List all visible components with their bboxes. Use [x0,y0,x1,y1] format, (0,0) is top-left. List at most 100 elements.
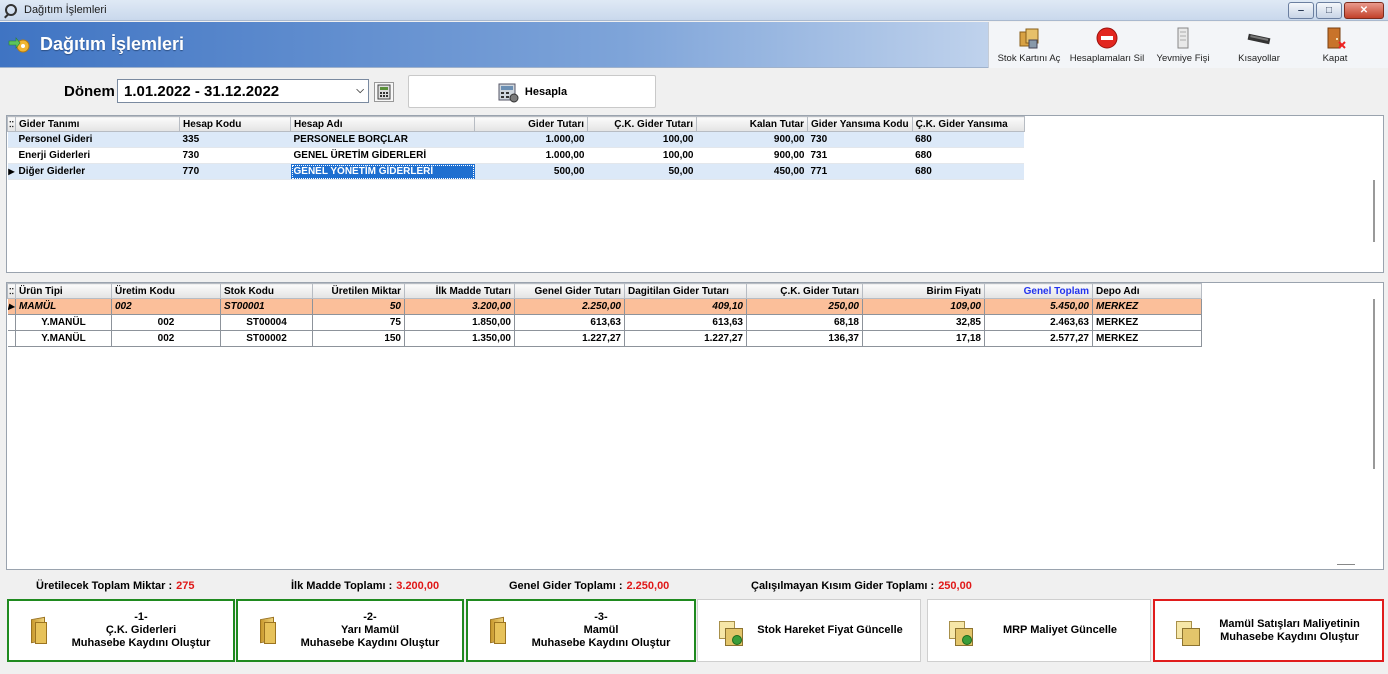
cell-gider-yansima-kodu[interactable]: 731 [807,147,913,164]
shortcuts-button[interactable]: Kısayollar [1221,22,1297,68]
cell-uretilen-miktar[interactable]: 50 [312,298,405,315]
resize-grip[interactable] [1337,564,1355,565]
cell-urun-tipi[interactable]: Y.MANÜL [15,314,112,331]
cell-gider-yansima-kodu[interactable]: 771 [807,163,913,180]
cell-kalan-tutar[interactable]: 900,00 [696,131,808,148]
cell-ck-gider-tutari[interactable]: 100,00 [587,131,697,148]
cell-kalan-tutar[interactable]: 900,00 [696,147,808,164]
close-form-button[interactable]: Kapat [1297,22,1373,68]
cell-dagitilan-gider-tutari[interactable]: 409,10 [624,298,747,315]
col-dagitilan-gider-tutari[interactable]: Dagitilan Gider Tutarı [624,283,747,299]
table-row[interactable]: Enerji Giderleri 730 GENEL ÜRETİM GİDERL… [7,147,1025,164]
cell-birim-fiyati[interactable]: 17,18 [862,330,985,347]
cell-genel-toplam[interactable]: 2.463,63 [984,314,1093,331]
expense-grid[interactable]: ⁚⁚ Gider Tanımı Hesap Kodu Hesap Adı Gid… [6,115,1384,273]
col-genel-toplam[interactable]: Genel Toplam [984,283,1093,299]
scrollbar-thumb[interactable] [1373,299,1375,469]
cell-gider-tutari[interactable]: 500,00 [474,163,588,180]
cell-hesap-adi[interactable]: PERSONELE BORÇLAR [290,131,475,148]
col-kalan-tutar[interactable]: Kalan Tutar [696,116,808,132]
cell-ck-gider-tutari[interactable]: 250,00 [746,298,863,315]
journal-voucher-button[interactable]: Yevmiye Fişi [1145,22,1221,68]
delete-calculations-button[interactable]: Hesaplamaları Sil [1069,22,1145,68]
table-row-selected[interactable]: ▶ MAMÜL 002 ST00001 50 3.200,00 2.250,00… [7,298,1202,315]
product-journal-button[interactable]: -3- Mamül Muhasebe Kaydını Oluştur [466,599,696,662]
cell-ck-gider-tutari[interactable]: 68,18 [746,314,863,331]
maximize-button[interactable]: □ [1316,2,1342,19]
expense-grid-scrollbar[interactable] [1366,116,1383,272]
stock-movement-price-update-button[interactable]: Stok Hareket Fiyat Güncelle [697,599,921,662]
scrollbar-thumb[interactable] [1373,180,1375,242]
cell-uretim-kodu[interactable]: 002 [111,314,221,331]
col-gider-tanimi[interactable]: Gider Tanımı [15,116,180,132]
cell-genel-toplam[interactable]: 5.450,00 [984,298,1093,315]
product-grid-scrollbar[interactable] [1366,283,1383,569]
table-row[interactable]: Y.MANÜL 002 ST00002 150 1.350,00 1.227,2… [7,330,1202,347]
col-uretim-kodu[interactable]: Üretim Kodu [111,283,221,299]
cell-ck-gider-tutari[interactable]: 136,37 [746,330,863,347]
cell-hesap-kodu[interactable]: 335 [179,131,291,148]
period-select[interactable]: 1.01.2022 - 31.12.2022 ⌵ [117,79,369,103]
cell-ilk-madde-tutari[interactable]: 1.850,00 [404,314,515,331]
cell-ilk-madde-tutari[interactable]: 1.350,00 [404,330,515,347]
cell-uretilen-miktar[interactable]: 75 [312,314,405,331]
col-ilk-madde-tutari[interactable]: İlk Madde Tutarı [404,283,515,299]
col-ck-gider-tutari[interactable]: Ç.K. Gider Tutarı [746,283,863,299]
period-picker-button[interactable] [374,82,394,102]
cell-urun-tipi[interactable]: MAMÜL [15,298,112,315]
cell-ck-gider-tutari[interactable]: 50,00 [587,163,697,180]
cell-uretim-kodu[interactable]: 002 [111,298,221,315]
cell-hesap-adi-focused[interactable]: GENEL YÖNETİM GİDERLERİ [290,163,475,180]
cell-gider-tanimi[interactable]: Personel Gideri [15,131,180,148]
cell-stok-kodu[interactable]: ST00004 [220,314,313,331]
cell-birim-fiyati[interactable]: 32,85 [862,314,985,331]
cell-ilk-madde-tutari[interactable]: 3.200,00 [404,298,515,315]
product-grid[interactable]: ⁚⁚ Ürün Tipi Üretim Kodu Stok Kodu Üreti… [6,282,1384,570]
cell-uretilen-miktar[interactable]: 150 [312,330,405,347]
cell-ck-gider-yansima[interactable]: 680 [912,163,1025,180]
calculate-button[interactable]: Hesapla [408,75,656,108]
cell-hesap-kodu[interactable]: 770 [179,163,291,180]
col-gider-yansima-kodu[interactable]: Gider Yansıma Kodu [807,116,913,132]
cell-hesap-kodu[interactable]: 730 [179,147,291,164]
cell-genel-gider-tutari[interactable]: 2.250,00 [514,298,625,315]
cell-gider-tanimi[interactable]: Diğer Giderler [15,163,180,180]
ck-expenses-journal-button[interactable]: -1- Ç.K. Giderleri Muhasebe Kaydını Oluş… [7,599,235,662]
cell-depo-adi[interactable]: MERKEZ [1092,298,1202,315]
col-genel-gider-tutari[interactable]: Genel Gider Tutarı [514,283,625,299]
cell-uretim-kodu[interactable]: 002 [111,330,221,347]
cell-ck-gider-yansima[interactable]: 680 [912,147,1025,164]
cell-kalan-tutar[interactable]: 450,00 [696,163,808,180]
table-row[interactable]: Y.MANÜL 002 ST00004 75 1.850,00 613,63 6… [7,314,1202,331]
stock-card-open-button[interactable]: Stok Kartını Aç [989,22,1069,68]
semi-product-journal-button[interactable]: -2- Yarı Mamül Muhasebe Kaydını Oluştur [236,599,464,662]
cell-dagitilan-gider-tutari[interactable]: 613,63 [624,314,747,331]
cell-gider-tutari[interactable]: 1.000,00 [474,131,588,148]
cell-ck-gider-tutari[interactable]: 100,00 [587,147,697,164]
col-ck-gider-tutari[interactable]: Ç.K. Gider Tutarı [587,116,697,132]
cell-dagitilan-gider-tutari[interactable]: 1.227,27 [624,330,747,347]
cell-ck-gider-yansima[interactable]: 680 [912,131,1025,148]
minimize-button[interactable]: ‒ [1288,2,1314,19]
cell-depo-adi[interactable]: MERKEZ [1092,314,1202,331]
cell-stok-kodu[interactable]: ST00002 [220,330,313,347]
cell-genel-gider-tutari[interactable]: 1.227,27 [514,330,625,347]
col-gider-tutari[interactable]: Gider Tutarı [474,116,588,132]
cell-hesap-adi[interactable]: GENEL ÜRETİM GİDERLERİ [290,147,475,164]
close-window-button[interactable]: ✕ [1344,2,1384,19]
cell-urun-tipi[interactable]: Y.MANÜL [15,330,112,347]
mrp-cost-update-button[interactable]: MRP Maliyet Güncelle [927,599,1151,662]
table-row-selected[interactable]: ▶ Diğer Giderler 770 GENEL YÖNETİM GİDER… [7,163,1025,180]
cell-birim-fiyati[interactable]: 109,00 [862,298,985,315]
cell-genel-gider-tutari[interactable]: 613,63 [514,314,625,331]
cell-depo-adi[interactable]: MERKEZ [1092,330,1202,347]
col-uretilen-miktar[interactable]: Üretilen Miktar [312,283,405,299]
col-hesap-kodu[interactable]: Hesap Kodu [179,116,291,132]
cell-gider-tutari[interactable]: 1.000,00 [474,147,588,164]
cell-gider-yansima-kodu[interactable]: 730 [807,131,913,148]
col-ck-gider-yansima[interactable]: Ç.K. Gider Yansıma [911,116,1025,132]
col-hesap-adi[interactable]: Hesap Adı [290,116,475,132]
cell-genel-toplam[interactable]: 2.577,27 [984,330,1093,347]
product-sales-cost-journal-button[interactable]: Mamül Satışları Maliyetinin Muhasebe Kay… [1153,599,1384,662]
col-urun-tipi[interactable]: Ürün Tipi [15,283,112,299]
